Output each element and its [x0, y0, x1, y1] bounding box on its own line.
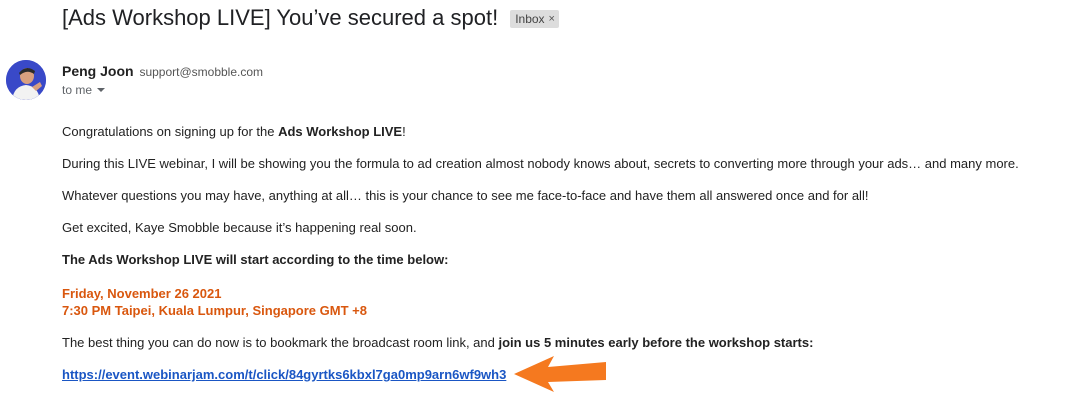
sender-line: Peng Joon support@smobble.com — [62, 62, 263, 81]
bookmark-text: The best thing you can do now is to book… — [62, 335, 499, 350]
body-paragraph-bookmark: The best thing you can do now is to book… — [62, 335, 813, 351]
inbox-label-text: Inbox — [515, 12, 545, 26]
email-subject: [Ads Workshop LIVE] You’ve secured a spo… — [62, 5, 499, 30]
email-header: [Ads Workshop LIVE] You’ve secured a spo… — [62, 2, 559, 34]
workshop-name: Ads Workshop LIVE — [278, 124, 403, 139]
arrow-left-icon — [514, 356, 606, 392]
sender-email: support@smobble.com — [139, 65, 264, 79]
inbox-label-badge[interactable]: Inbox × — [510, 10, 559, 28]
body-paragraph-congrats: Congratulations on signing up for the Ad… — [62, 124, 406, 140]
schedule-heading: The Ads Workshop LIVE will start accordi… — [62, 252, 449, 267]
remove-label-icon[interactable]: × — [549, 10, 555, 28]
congrats-text: Congratulations on signing up for the — [62, 124, 279, 139]
body-paragraph-excited: Get excited, Kaye Smobble because it’s h… — [62, 220, 417, 235]
chevron-down-icon[interactable] — [97, 88, 106, 92]
avatar[interactable] — [6, 60, 46, 100]
sender-name[interactable]: Peng Joon — [62, 63, 134, 79]
body-paragraph-questions: Whatever questions you may have, anythin… — [62, 188, 869, 203]
recipient-label: to me — [62, 83, 93, 97]
join-early-text: join us 5 minutes early before the works… — [498, 335, 814, 350]
recipient-details-toggle[interactable]: to me — [62, 82, 106, 98]
event-date: Friday, November 26 2021 — [62, 286, 222, 301]
congrats-punctuation: ! — [402, 124, 406, 139]
avatar-image — [6, 60, 46, 100]
body-paragraph-webinar: During this LIVE webinar, I will be show… — [62, 156, 1019, 171]
broadcast-link-line: https://event.webinarjam.com/t/click/84g… — [62, 367, 506, 383]
event-time: 7:30 PM Taipei, Kuala Lumpur, Singapore … — [62, 303, 367, 318]
broadcast-room-link[interactable]: https://event.webinarjam.com/t/click/84g… — [62, 367, 506, 382]
